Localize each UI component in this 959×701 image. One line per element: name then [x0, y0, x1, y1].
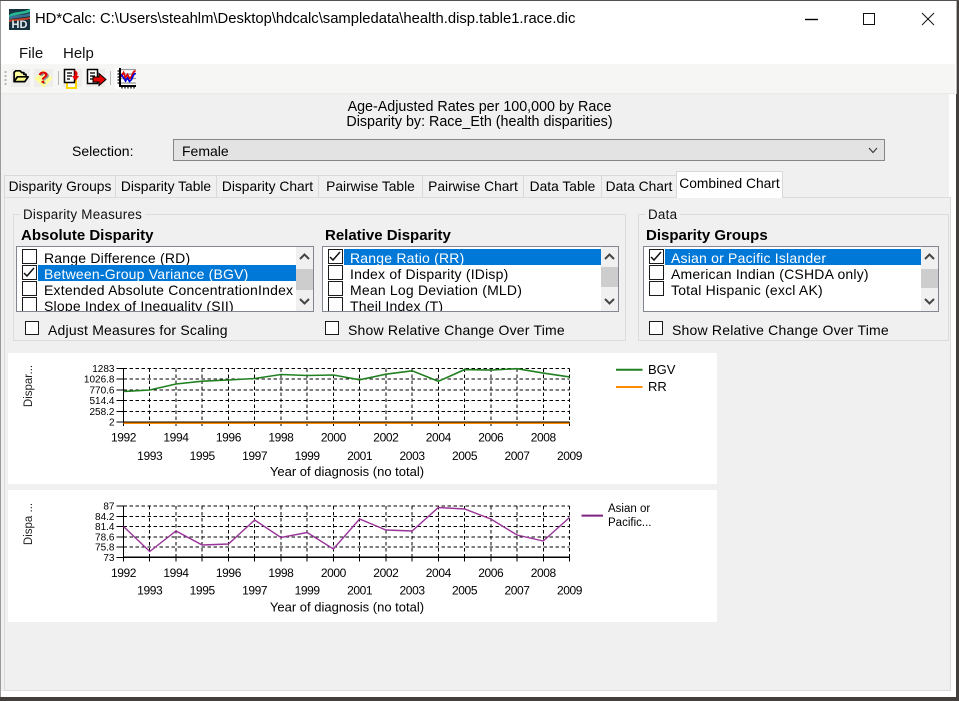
svg-text:2007: 2007 [504, 449, 530, 463]
svg-text:2003: 2003 [400, 584, 426, 598]
svg-text:770.6: 770.6 [89, 385, 114, 396]
svg-text:1996: 1996 [216, 566, 242, 580]
svg-text:2004: 2004 [426, 431, 452, 445]
svg-text:1995: 1995 [190, 449, 216, 463]
svg-text:1993: 1993 [137, 449, 163, 463]
svg-text:Year of diagnosis (no total): Year of diagnosis (no total) [270, 600, 424, 615]
svg-text:1998: 1998 [268, 566, 294, 580]
svg-text:Pacific...: Pacific... [608, 517, 651, 529]
svg-text:2008: 2008 [531, 431, 557, 445]
svg-text:2008: 2008 [531, 566, 557, 580]
svg-text:1999: 1999 [295, 449, 321, 463]
svg-text:514.4: 514.4 [89, 396, 114, 407]
svg-text:1996: 1996 [216, 431, 242, 445]
svg-text:2002: 2002 [373, 431, 399, 445]
svg-text:2009: 2009 [557, 584, 583, 598]
svg-text:Year of diagnosis (no total): Year of diagnosis (no total) [270, 464, 424, 479]
svg-text:2007: 2007 [504, 584, 530, 598]
svg-text:2001: 2001 [347, 584, 373, 598]
svg-text:2005: 2005 [452, 584, 478, 598]
svg-text:HD: HD [12, 19, 28, 30]
svg-text:73: 73 [103, 553, 115, 564]
svg-text:BGV: BGV [648, 362, 676, 377]
svg-text:2004: 2004 [426, 566, 452, 580]
svg-text:2009: 2009 [557, 449, 583, 463]
svg-text:2006: 2006 [478, 566, 504, 580]
svg-text:2000: 2000 [321, 566, 347, 580]
svg-text:RR: RR [648, 379, 667, 394]
svg-text:1283: 1283 [92, 364, 115, 375]
svg-text:2002: 2002 [373, 566, 399, 580]
svg-text:1998: 1998 [268, 431, 294, 445]
svg-text:1997: 1997 [242, 584, 268, 598]
svg-text:1999: 1999 [295, 584, 321, 598]
svg-text:2000: 2000 [321, 431, 347, 445]
svg-text:2003: 2003 [400, 449, 426, 463]
svg-text:2: 2 [109, 418, 115, 429]
svg-text:1992: 1992 [111, 431, 137, 445]
svg-text:1992: 1992 [111, 566, 137, 580]
svg-text:2005: 2005 [452, 449, 478, 463]
svg-text:1993: 1993 [137, 584, 163, 598]
svg-text:Asian or: Asian or [608, 503, 650, 515]
svg-text:1997: 1997 [242, 449, 268, 463]
svg-text:1026.8: 1026.8 [84, 375, 115, 386]
svg-text:258.2: 258.2 [89, 407, 114, 418]
svg-text:?: ? [38, 69, 48, 87]
svg-text:1994: 1994 [163, 566, 189, 580]
svg-text:2001: 2001 [347, 449, 373, 463]
svg-text:1995: 1995 [190, 584, 216, 598]
svg-text:1994: 1994 [163, 431, 189, 445]
svg-text:2006: 2006 [478, 431, 504, 445]
